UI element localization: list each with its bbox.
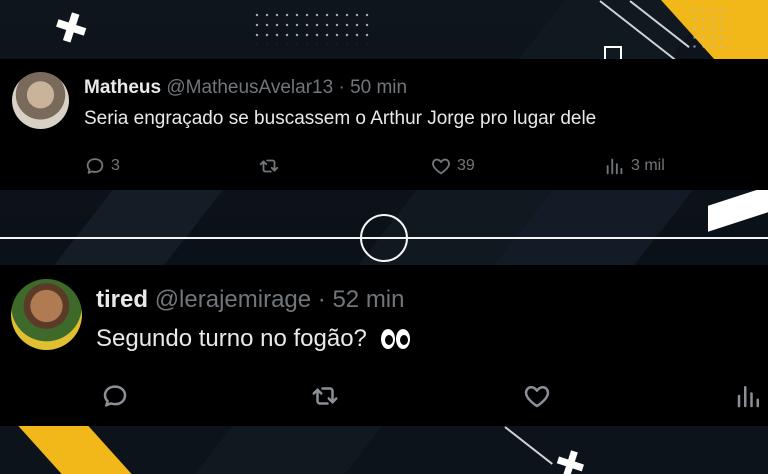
plus-icon: ✚ (48, 2, 94, 56)
reply-count: 3 (111, 157, 120, 174)
user-handle[interactable]: @lerajemirage (155, 286, 311, 313)
avatar[interactable] (11, 279, 82, 350)
tweet-actions (0, 378, 768, 418)
tweet-text: Seria engraçado se buscassem o Arthur Jo… (84, 108, 597, 129)
tweet-header: Matheus @MatheusAvelar13 · 50 min (84, 77, 407, 99)
tweet-header: tired @lerajemirage · 52 min (96, 286, 405, 314)
reply-icon (86, 158, 104, 174)
user-handle[interactable]: @MatheusAvelar13 (166, 77, 333, 98)
eyes-emoji-icon (380, 325, 410, 353)
like-count: 39 (457, 157, 475, 174)
views-icon (606, 158, 623, 175)
reply-icon (103, 385, 127, 407)
like-icon (432, 158, 450, 175)
tweet-text: Segundo turno no fogão? (96, 325, 367, 352)
like-button[interactable]: 39 (430, 155, 475, 177)
dot-grid-decoration (690, 6, 730, 50)
like-icon (524, 386, 550, 408)
tweet-card[interactable]: tired @lerajemirage · 52 min Segundo tur… (0, 265, 768, 426)
display-name[interactable]: Matheus (84, 77, 161, 98)
tweet-actions: 3 39 3 mil (0, 152, 768, 182)
separator-dot: · (338, 77, 345, 98)
retweet-button[interactable] (258, 155, 285, 177)
timestamp[interactable]: 50 min (350, 77, 407, 98)
reply-button[interactable]: 3 (84, 155, 120, 177)
dot-grid-decoration (252, 10, 374, 44)
views-count: 3 mil (631, 157, 665, 174)
retweet-icon (312, 387, 338, 405)
separator-dot: · (317, 286, 326, 313)
yellow-accent-shape (18, 426, 132, 474)
views-button[interactable] (734, 381, 768, 411)
timestamp[interactable]: 52 min (332, 286, 404, 313)
like-button[interactable] (522, 381, 557, 411)
views-button[interactable]: 3 mil (604, 155, 665, 177)
white-accent-shape (708, 186, 768, 232)
tweet-text-container: Segundo turno no fogão? (96, 325, 410, 353)
display-name[interactable]: tired (96, 286, 148, 313)
tweet-card[interactable]: Matheus @MatheusAvelar13 · 50 min Seria … (0, 59, 768, 190)
retweet-button[interactable] (310, 381, 345, 411)
diagonal-line (504, 426, 553, 465)
reply-button[interactable] (100, 381, 135, 411)
views-icon (737, 386, 759, 408)
plus-icon: ✚ (549, 440, 591, 474)
background-stripe (47, 190, 223, 274)
square-outline-decoration (604, 46, 622, 60)
avatar[interactable] (12, 72, 69, 129)
retweet-icon (259, 159, 279, 173)
center-circle-decoration (360, 214, 408, 262)
